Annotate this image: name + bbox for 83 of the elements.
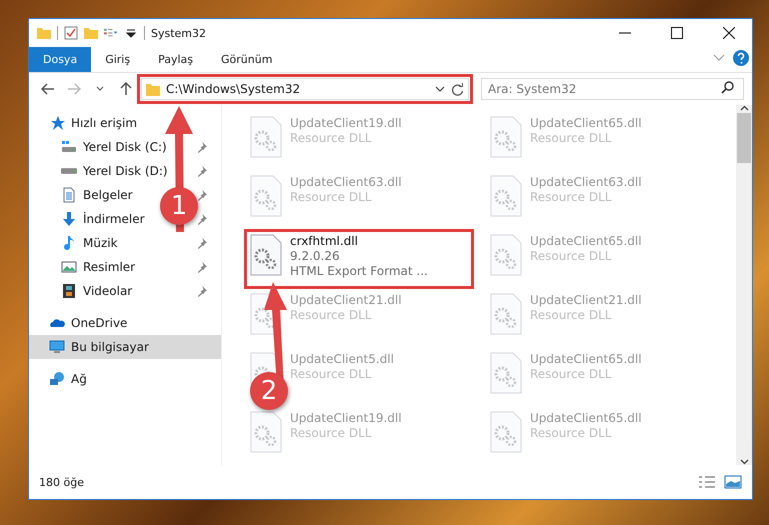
sidebar-item[interactable]: OneDrive bbox=[29, 311, 221, 335]
file-detail: Resource DLL bbox=[530, 426, 612, 440]
file-item[interactable]: crxfhtml.dll 9.2.0.26 HTML Export Format ... bbox=[246, 231, 472, 287]
gear-file-icon bbox=[490, 293, 522, 335]
computer-icon bbox=[49, 339, 65, 355]
file-detail: Resource DLL bbox=[530, 308, 612, 322]
file-detail: Resource DLL bbox=[530, 367, 612, 381]
file-detail: Resource DLL bbox=[290, 308, 372, 322]
folder-icon bbox=[37, 26, 51, 40]
chevron-down-icon bbox=[713, 54, 725, 62]
sidebar-item[interactable]: Resimler bbox=[29, 255, 221, 279]
chevron-down-icon bbox=[740, 459, 748, 465]
picture-icon bbox=[61, 259, 77, 275]
scrollbar-thumb[interactable] bbox=[737, 113, 751, 163]
file-detail: Resource DLL bbox=[290, 426, 372, 440]
scrollbar[interactable] bbox=[736, 105, 752, 465]
gear-file-icon bbox=[250, 116, 282, 158]
folder-icon bbox=[146, 82, 160, 96]
gear-file-icon bbox=[250, 175, 282, 217]
ribbon-tab[interactable]: Dosya bbox=[29, 47, 92, 72]
file-detail: Resource DLL bbox=[530, 249, 612, 263]
download-arrow-icon bbox=[61, 211, 77, 227]
maximize-icon bbox=[671, 27, 683, 39]
file-name: UpdateClient63.dll bbox=[290, 175, 402, 189]
chevron-up-icon bbox=[740, 105, 748, 111]
gear-file-icon bbox=[250, 234, 282, 276]
star-icon bbox=[49, 115, 65, 131]
file-detail: HTML Export Format ... bbox=[290, 264, 428, 278]
drive-icon bbox=[61, 139, 77, 155]
item-count: 180 öğe bbox=[39, 476, 85, 488]
forward-arrow-icon bbox=[67, 83, 81, 95]
address-path: C:\Windows\System32 bbox=[166, 82, 302, 96]
file-name: UpdateClient65.dll bbox=[530, 234, 642, 248]
chevron-down-icon bbox=[435, 86, 445, 92]
file-name: UpdateClient63.dll bbox=[530, 175, 642, 189]
gear-file-icon bbox=[490, 175, 522, 217]
refresh-icon[interactable] bbox=[451, 82, 464, 96]
ribbon-tab[interactable]: Paylaş bbox=[144, 47, 207, 72]
sidebar-item[interactable]: Bu bilgisayar bbox=[29, 335, 221, 359]
file-detail: Resource DLL bbox=[290, 131, 372, 145]
gear-file-icon bbox=[490, 411, 522, 453]
chevron-down-icon bbox=[96, 86, 104, 92]
file-detail: Resource DLL bbox=[530, 131, 612, 145]
file-name: UpdateClient21.dll bbox=[290, 293, 402, 307]
sidebar-item[interactable]: Ağ bbox=[29, 367, 221, 391]
ribbon-tab[interactable]: Giriş bbox=[91, 47, 144, 72]
file-name: UpdateClient5.dll bbox=[290, 352, 394, 366]
sidebar-item[interactable]: Yerel Disk (D:) bbox=[29, 159, 221, 183]
file-name: UpdateClient65.dll bbox=[530, 352, 642, 366]
back-arrow-icon bbox=[41, 83, 55, 95]
gear-file-icon bbox=[490, 234, 522, 276]
file-detail: Resource DLL bbox=[290, 190, 372, 204]
close-icon bbox=[723, 27, 735, 39]
help-icon bbox=[733, 50, 749, 66]
large-icons-view-icon[interactable] bbox=[724, 475, 742, 489]
window-title: System32 bbox=[151, 26, 208, 40]
drive-icon bbox=[61, 168, 77, 174]
file-name: UpdateClient65.dll bbox=[530, 116, 642, 130]
ribbon-tab[interactable]: Görünüm bbox=[207, 47, 286, 72]
file-name: crxfhtml.dll bbox=[290, 234, 359, 248]
sidebar-item[interactable]: Müzik bbox=[29, 231, 221, 255]
properties-icon[interactable] bbox=[64, 26, 78, 40]
file-name: UpdateClient21.dll bbox=[530, 293, 642, 307]
help-button[interactable] bbox=[730, 47, 752, 69]
file-detail: 9.2.0.26 bbox=[290, 249, 341, 263]
file-name: UpdateClient19.dll bbox=[290, 116, 402, 130]
film-icon bbox=[61, 283, 77, 299]
sidebar-item[interactable]: Hızlı erişim bbox=[29, 111, 221, 135]
file-name: UpdateClient65.dll bbox=[530, 411, 642, 425]
network-icon bbox=[49, 371, 65, 387]
sidebar-item[interactable]: Yerel Disk (C:) bbox=[29, 135, 221, 159]
file-detail: Resource DLL bbox=[530, 190, 612, 204]
file-detail: Resource DLL bbox=[290, 367, 372, 381]
document-icon bbox=[61, 187, 77, 203]
gear-file-icon bbox=[250, 411, 282, 453]
search-field[interactable]: Ara: System32 bbox=[481, 78, 744, 100]
gear-file-icon bbox=[490, 352, 522, 394]
sidebar-item[interactable]: Videolar bbox=[29, 279, 221, 303]
search-icon bbox=[721, 81, 734, 94]
file-name: UpdateClient19.dll bbox=[290, 411, 402, 425]
details-view-icon[interactable] bbox=[698, 475, 716, 489]
gear-file-icon bbox=[490, 116, 522, 158]
up-arrow-icon bbox=[120, 82, 132, 96]
